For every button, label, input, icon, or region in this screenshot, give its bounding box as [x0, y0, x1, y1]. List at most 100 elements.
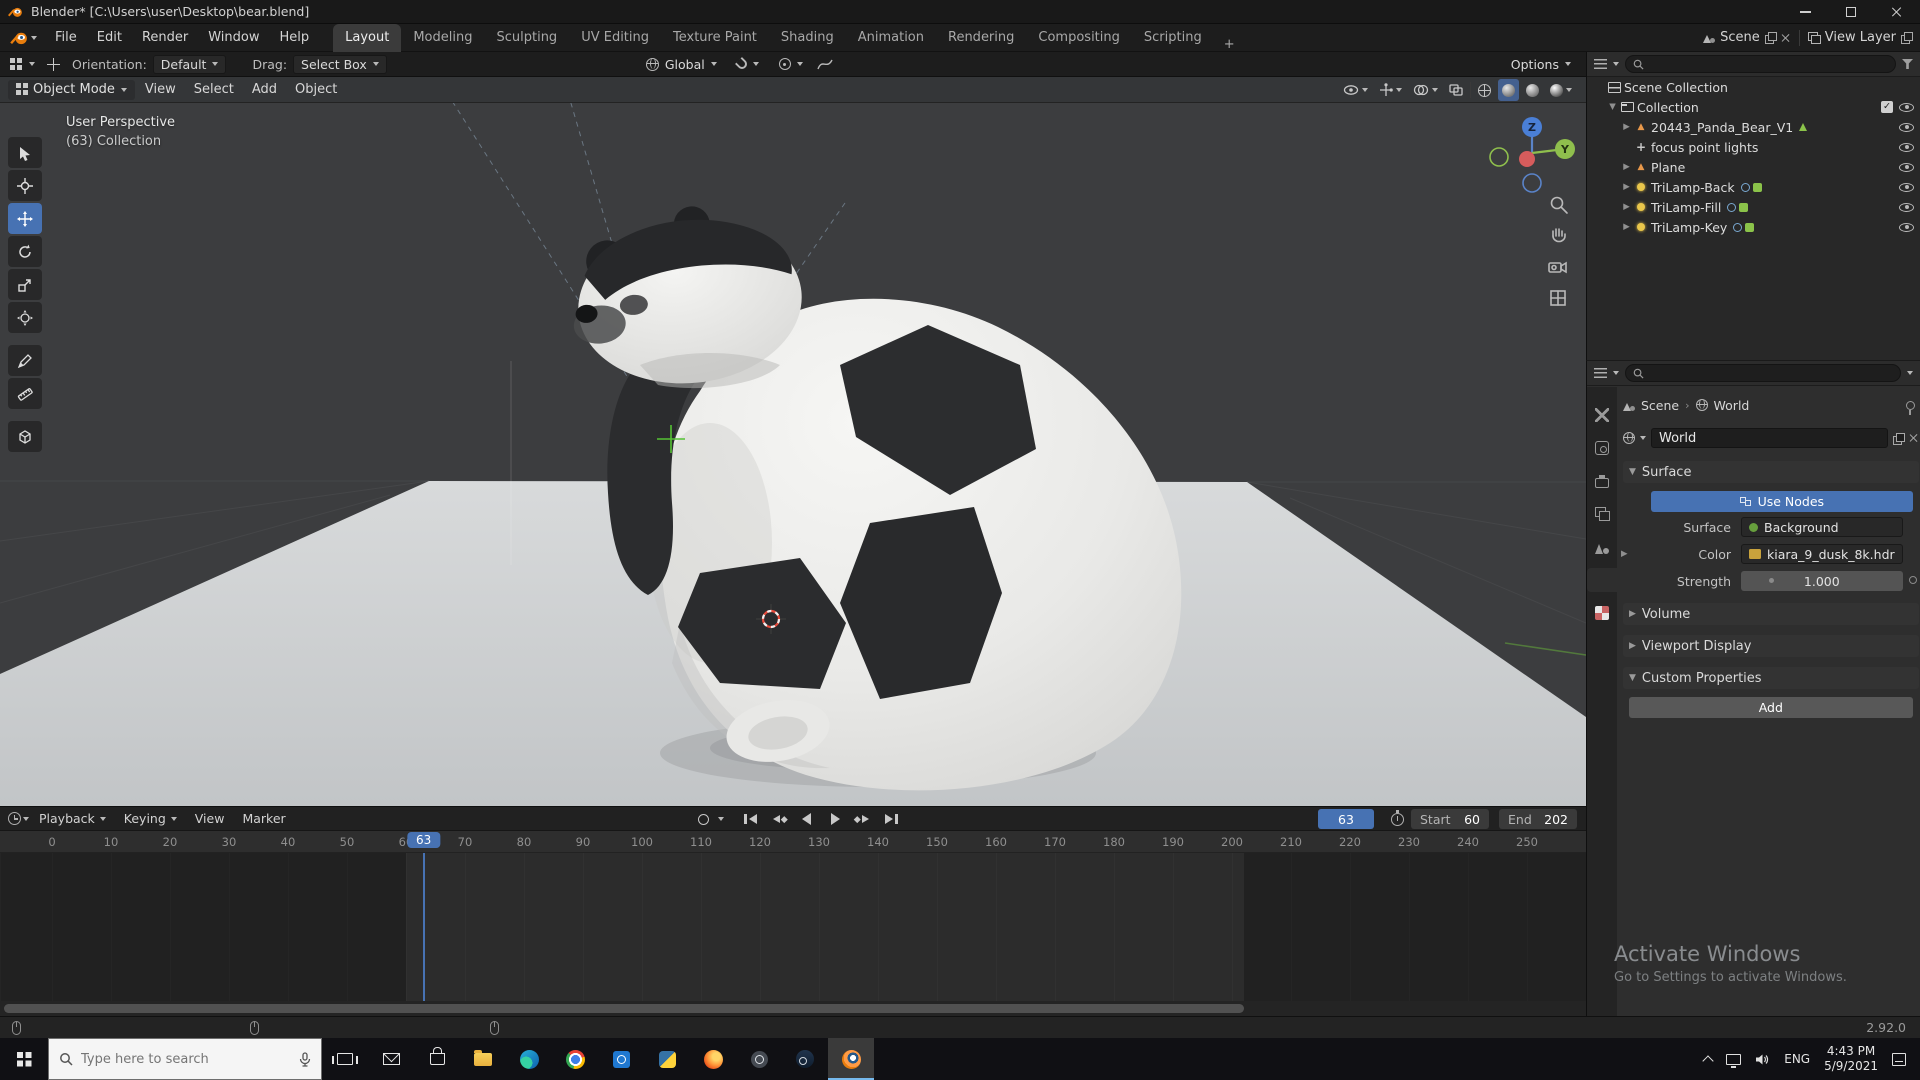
viewport-display-panel-header[interactable]: ▶ Viewport Display	[1623, 635, 1919, 657]
tool-add-cube[interactable]	[8, 421, 42, 452]
stopwatch-icon[interactable]	[1391, 810, 1404, 826]
taskbar-app[interactable]	[644, 1038, 690, 1080]
maximize-button[interactable]	[1828, 0, 1874, 24]
timeline-scrollbar[interactable]	[0, 1001, 1586, 1017]
hide-eye-toggle[interactable]	[1899, 162, 1914, 172]
outliner-row[interactable]: ▶ TriLamp-Back	[1587, 177, 1920, 197]
menu-item[interactable]: File	[45, 24, 87, 52]
object-name[interactable]: 20443_Panda_Bear_V1	[1651, 120, 1793, 135]
volume-panel-header[interactable]: ▶ Volume	[1623, 603, 1919, 625]
proportional-edit-toggle[interactable]	[772, 55, 810, 74]
breadcrumb-scene[interactable]: Scene	[1641, 398, 1679, 413]
viewport-menu-item[interactable]: Object	[287, 82, 345, 97]
properties-editor-icon[interactable]	[1594, 368, 1607, 378]
unlink-scene-icon[interactable]	[1781, 33, 1791, 43]
tool-scale[interactable]	[8, 269, 42, 300]
timeline-playhead[interactable]	[422, 853, 425, 1001]
timeline-menu[interactable]: Keying	[116, 811, 185, 826]
menu-item[interactable]: Render	[132, 24, 198, 52]
microphone-icon[interactable]	[299, 1051, 311, 1067]
disclosure-arrow[interactable]: ▶	[1620, 122, 1633, 132]
workspace-tab[interactable]: Sculpting	[484, 24, 569, 52]
tool-rotate[interactable]	[8, 236, 42, 267]
object-name[interactable]: Scene Collection	[1624, 80, 1728, 95]
taskbar-app[interactable]	[460, 1038, 506, 1080]
timeline-editor-icon[interactable]	[8, 812, 21, 825]
mesh-data-icon[interactable]	[1799, 123, 1808, 131]
transport-button[interactable]	[822, 809, 848, 829]
taskbar-app[interactable]	[690, 1038, 736, 1080]
filter-icon[interactable]	[1902, 59, 1913, 69]
transform-orientation-dropdown[interactable]: Global	[639, 55, 724, 74]
outliner-row[interactable]: ▶ TriLamp-Fill	[1587, 197, 1920, 217]
outliner-row[interactable]: focus point lights	[1587, 137, 1920, 157]
disclosure-arrow[interactable]: ▼	[1606, 102, 1619, 112]
taskbar-app[interactable]	[368, 1038, 414, 1080]
properties-tab[interactable]	[1588, 469, 1616, 493]
chevron-down-icon[interactable]	[1613, 62, 1619, 66]
chevron-down-icon[interactable]	[29, 62, 35, 66]
object-name[interactable]: Plane	[1651, 160, 1685, 175]
outliner-row[interactable]: ▶ TriLamp-Key	[1587, 217, 1920, 237]
current-frame-field[interactable]: 63	[1318, 809, 1374, 829]
chevron-down-icon[interactable]	[1907, 371, 1913, 375]
editor-type-icon[interactable]	[10, 57, 15, 63]
taskbar-app[interactable]	[552, 1038, 598, 1080]
hide-eye-toggle[interactable]	[1899, 142, 1914, 152]
snap-toggle[interactable]	[730, 55, 766, 74]
timeline-menu[interactable]: View	[187, 811, 233, 826]
timeline-ruler[interactable]: 63 0 10 20 30 40 50 60 70 80 90 100 110 120 130 140 150…	[0, 831, 1586, 853]
viewport-menu-item[interactable]: Add	[244, 82, 285, 97]
visibility-dropdown[interactable]	[1339, 79, 1372, 101]
tool-cursor[interactable]	[8, 170, 42, 201]
outliner-editor-icon[interactable]	[1594, 59, 1607, 69]
orientation-dropdown[interactable]: Default	[152, 54, 227, 74]
light-data-icon[interactable]	[1739, 202, 1749, 212]
hide-eye-toggle[interactable]	[1899, 122, 1914, 132]
menu-item[interactable]: Edit	[87, 24, 132, 52]
breadcrumb-world[interactable]: World	[1714, 398, 1750, 413]
frame-start-field[interactable]: Start 60	[1411, 809, 1489, 829]
timeline-editor[interactable]: Playback Keying View Marker 63 Start 60 …	[0, 806, 1586, 1017]
hidden-icons-chevron-icon[interactable]	[1702, 1054, 1714, 1067]
axis-neg-z[interactable]	[1522, 173, 1542, 193]
chevron-down-icon[interactable]	[718, 817, 724, 821]
workspace-tab[interactable]: Layout	[333, 23, 402, 52]
taskbar-search[interactable]	[48, 1038, 322, 1080]
menu-item[interactable]: Help	[270, 24, 320, 52]
workspace-tab[interactable]: UV Editing	[569, 24, 661, 52]
scrollbar-thumb[interactable]	[4, 1004, 1244, 1013]
add-workspace-button[interactable]: +	[1214, 37, 1245, 52]
transport-button[interactable]	[794, 809, 820, 829]
disclosure-arrow[interactable]: ▶	[1620, 202, 1633, 212]
custom-properties-panel-header[interactable]: ▼ Custom Properties	[1623, 667, 1919, 689]
properties-tab[interactable]	[1588, 502, 1616, 526]
tool-move[interactable]	[8, 203, 42, 234]
taskbar-app[interactable]	[506, 1038, 552, 1080]
environment-texture-field[interactable]: kiara_9_dusk_8k.hdr	[1741, 544, 1903, 564]
close-button[interactable]	[1874, 0, 1920, 24]
start-button[interactable]	[0, 1038, 48, 1080]
outliner-search-input[interactable]	[1649, 57, 1888, 71]
tool-annotate[interactable]	[8, 345, 42, 376]
hide-eye-toggle[interactable]	[1899, 202, 1914, 212]
language-indicator[interactable]: ENG	[1784, 1052, 1810, 1066]
viewport-menu-item[interactable]: View	[137, 82, 184, 97]
outliner-search[interactable]	[1625, 55, 1896, 73]
shading-material-button[interactable]	[1522, 79, 1543, 101]
shading-wireframe-button[interactable]	[1474, 79, 1495, 101]
taskbar-app[interactable]	[414, 1038, 460, 1080]
hide-eye-toggle[interactable]	[1899, 102, 1914, 112]
outliner-row[interactable]: ▼ Collection	[1587, 97, 1920, 117]
gizmos-dropdown[interactable]	[1375, 79, 1406, 101]
tool-box-select[interactable]	[8, 137, 42, 168]
animate-decorator-icon[interactable]	[1908, 576, 1917, 584]
object-name[interactable]: focus point lights	[1651, 140, 1758, 155]
properties-tab[interactable]	[1588, 535, 1616, 559]
use-nodes-button[interactable]: Use Nodes	[1651, 491, 1913, 512]
properties-tab[interactable]	[1588, 601, 1616, 625]
falloff-curve-icon[interactable]	[816, 57, 834, 71]
collection-checkbox[interactable]	[1881, 101, 1893, 113]
shading-solid-button[interactable]	[1498, 79, 1519, 101]
auto-keying-toggle[interactable]	[690, 809, 716, 829]
